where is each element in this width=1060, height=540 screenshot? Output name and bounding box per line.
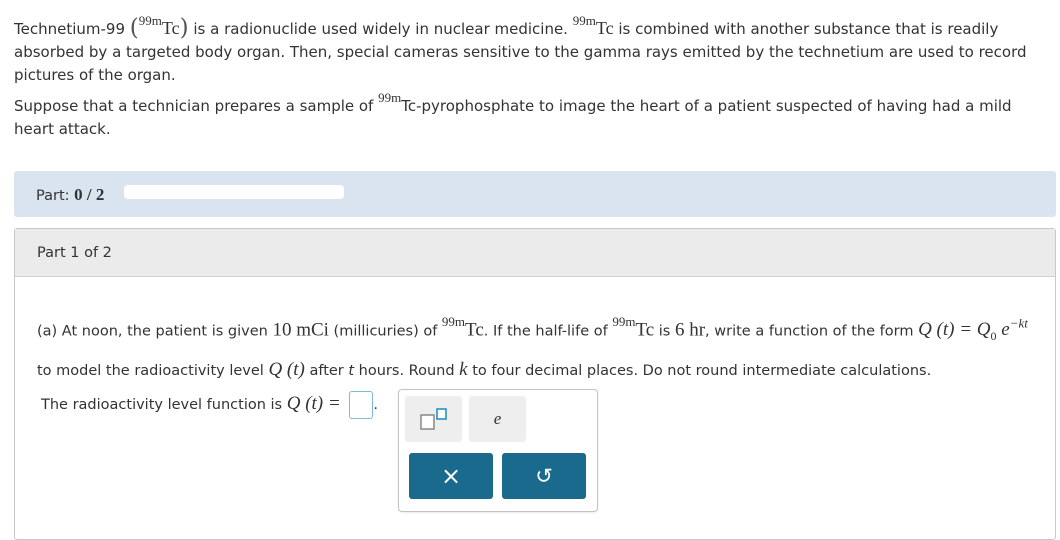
answer-input[interactable] [349, 391, 374, 419]
question-fragment: . If the half-life of [483, 323, 608, 340]
intro-text: is a radionuclide used widely in nuclear… [193, 20, 568, 38]
part-title: Part 1 of 2 [37, 245, 112, 261]
intro-paragraph-2: Suppose that a technician prepares a sam… [14, 90, 1056, 141]
euler-e-button[interactable]: e [469, 396, 526, 442]
question-fragment: is [658, 323, 671, 340]
q-of-t: Q (t) [268, 359, 305, 381]
isotope-superscript: 99m [441, 314, 466, 330]
question-fragment: (a) At noon, the patient is given [37, 323, 268, 340]
undo-button[interactable]: ↺ [502, 453, 586, 499]
superscript-template-icon [419, 408, 447, 430]
euler-e-label: e [493, 409, 502, 428]
isotope-superscript: 99m [612, 314, 636, 330]
formula-exponent: −kt [1009, 316, 1028, 331]
question-fragment: to model the radioactivity level [37, 363, 264, 380]
question-fragment: hours. Round [358, 363, 455, 380]
open-paren: ( [129, 15, 139, 41]
formula-base: e [1001, 319, 1010, 341]
period: . [373, 397, 378, 413]
question-text: (a) At noon, the patient is given 10 mCi… [37, 307, 1047, 388]
part-header: Part 1 of 2 [15, 229, 1055, 277]
question-line-1: (a) At noon, the patient is given 10 mCi… [37, 307, 1047, 353]
question-fragment: after [309, 363, 344, 380]
part-value: 0 / 2 [74, 185, 105, 204]
element-symbol: Tc [465, 319, 484, 341]
answer-expression: Q (t) = [286, 393, 341, 414]
formula-subscript: 0 [990, 329, 997, 344]
isotope-superscript: 99m [572, 13, 596, 28]
intro-text: Suppose that a technician prepares a sam… [14, 97, 374, 115]
part-label: Part: [36, 188, 70, 204]
undo-icon: ↺ [535, 464, 553, 488]
answer-row: The radioactivity level function is Q (t… [41, 391, 378, 419]
question-fragment: (millicuries) of [333, 323, 438, 340]
math-palette: e × ↺ [398, 389, 598, 512]
question-line-2: to model the radioactivity level Q (t) a… [37, 353, 1047, 388]
element-symbol: Tc [595, 18, 614, 38]
question-fragment: to four decimal places. Do not round int… [472, 363, 932, 380]
clear-button[interactable]: × [409, 453, 493, 499]
part-counter: Part: 0 / 2 [36, 185, 104, 205]
half-life-value: 6 hr [674, 319, 706, 341]
question-fragment: , write a function of the form [705, 323, 914, 340]
intro-paragraph-1: Technetium-99 (99mTc) is a radionuclide … [14, 13, 1056, 87]
part-card: Part 1 of 2 (a) At noon, the patient is … [14, 228, 1056, 540]
isotope-superscript: 99m [378, 90, 402, 105]
k-variable: k [459, 359, 468, 381]
close-icon: × [440, 462, 462, 490]
part-progress-bar: Part: 0 / 2 [14, 171, 1056, 217]
problem-intro: Technetium-99 (99mTc) is a radionuclide … [14, 13, 1056, 141]
intro-text: Technetium-99 [14, 20, 125, 38]
model-formula: Q (t) = Q0 e−kt [918, 316, 1028, 344]
answer-label: The radioactivity level function is [41, 397, 283, 413]
superscript-template-button[interactable] [405, 396, 462, 442]
t-variable: t [348, 363, 355, 380]
dose-value: 10 mCi [272, 319, 329, 341]
formula-lhs: Q (t) = Q [918, 319, 991, 341]
close-paren: ) [179, 15, 189, 41]
progress-track [124, 185, 344, 199]
element-symbol: Tc [635, 319, 655, 341]
isotope-superscript: 99m [138, 13, 162, 28]
element-symbol: Tc [161, 18, 180, 38]
